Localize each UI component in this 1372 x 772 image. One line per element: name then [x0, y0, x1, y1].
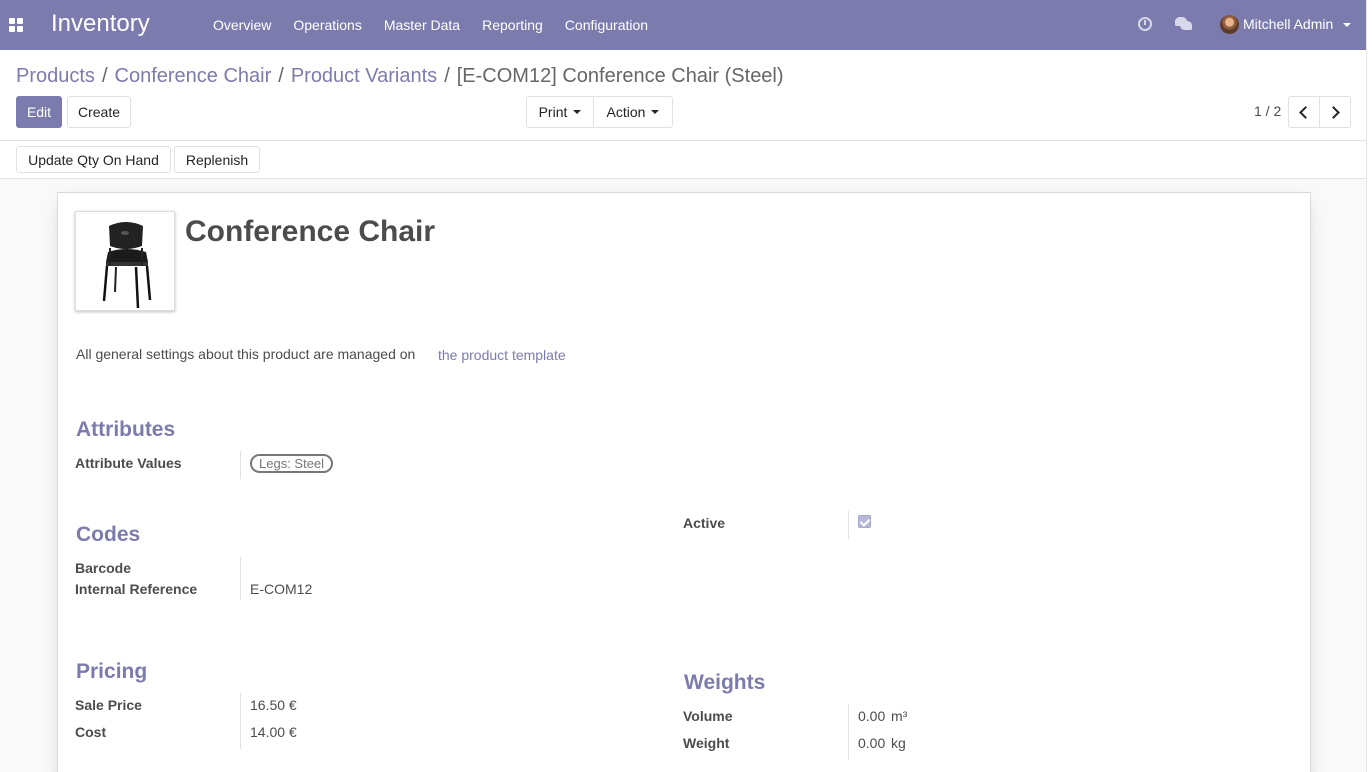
internal-reference-label: Internal Reference: [75, 581, 198, 597]
breadcrumb-separator: /: [278, 65, 284, 87]
menu-operations[interactable]: Operations: [282, 17, 372, 33]
attribute-tag[interactable]: Legs: Steel: [250, 454, 334, 473]
product-image[interactable]: [75, 211, 175, 311]
weight-field[interactable]: 0.00: [858, 735, 885, 751]
barcode-label: Barcode: [75, 560, 132, 576]
volume-label: Volume: [683, 708, 733, 724]
breadcrumb-product-variants[interactable]: Product Variants: [291, 65, 437, 88]
sale-price-field[interactable]: 16.50 €: [250, 697, 297, 713]
cost-label: Cost: [75, 724, 107, 740]
field-divider: [848, 704, 849, 760]
pager-previous-button[interactable]: [1288, 96, 1320, 128]
app-name[interactable]: Inventory: [51, 10, 150, 38]
activity-clock-icon[interactable]: [1138, 17, 1152, 31]
action-caret-icon: [651, 110, 660, 114]
form-statusbar: Update Qty On Hand Replenish: [0, 141, 1366, 179]
apps-menu-icon[interactable]: [9, 18, 23, 32]
edit-button[interactable]: Edit: [16, 96, 62, 128]
field-divider: [240, 451, 241, 479]
chevron-right-icon: [1327, 105, 1340, 119]
weights-title: Weights: [684, 671, 766, 694]
volume-field[interactable]: 0.00: [858, 708, 885, 724]
replenish-button[interactable]: Replenish: [174, 146, 260, 173]
create-button[interactable]: Create: [67, 96, 131, 128]
breadcrumb-conference-chair[interactable]: Conference Chair: [115, 65, 272, 88]
template-info-text: All general settings about this product …: [76, 346, 416, 362]
menu-configuration[interactable]: Configuration: [554, 17, 659, 33]
codes-title: Codes: [76, 523, 141, 546]
print-button[interactable]: Print: [526, 96, 594, 128]
form-sheet: Conference Chair All general settings ab…: [57, 192, 1311, 772]
active-label: Active: [683, 515, 726, 531]
field-divider: [240, 557, 241, 600]
pager-value[interactable]: 1 / 2: [1254, 103, 1281, 119]
volume-unit: m³: [891, 708, 908, 724]
action-label: Action: [606, 104, 646, 120]
product-title: Conference Chair: [185, 215, 436, 248]
breadcrumb-products[interactable]: Products: [16, 65, 95, 88]
top-navbar: Inventory Overview Operations Master Dat…: [0, 0, 1372, 50]
weight-unit: kg: [891, 735, 906, 751]
menu-reporting[interactable]: Reporting: [471, 17, 554, 33]
breadcrumb: Products / Conference Chair / Product Va…: [16, 65, 784, 88]
field-divider: [240, 693, 241, 749]
menu-overview[interactable]: Overview: [202, 17, 282, 33]
active-checkbox[interactable]: [858, 515, 871, 528]
action-button[interactable]: Action: [593, 96, 673, 128]
user-menu-caret-icon[interactable]: [1343, 23, 1351, 27]
messaging-chat-icon[interactable]: [1175, 17, 1192, 31]
product-template-link[interactable]: the product template: [438, 347, 566, 363]
pager-next-button[interactable]: [1319, 96, 1351, 128]
chair-image-icon: [102, 222, 152, 309]
pricing-title: Pricing: [76, 660, 148, 683]
menu-master-data[interactable]: Master Data: [373, 17, 471, 33]
field-divider: [848, 511, 849, 539]
cost-field[interactable]: 14.00 €: [250, 724, 297, 740]
breadcrumb-current: [E-COM12] Conference Chair (Steel): [456, 65, 784, 87]
breadcrumb-separator: /: [444, 65, 450, 87]
weight-label: Weight: [683, 735, 730, 751]
main-menu: Overview Operations Master Data Reportin…: [202, 0, 659, 50]
attributes-title: Attributes: [76, 418, 176, 441]
update-qty-on-hand-button[interactable]: Update Qty On Hand: [16, 146, 171, 173]
scrollbar[interactable]: [1366, 0, 1372, 772]
internal-reference-field[interactable]: E-COM12: [250, 581, 312, 597]
user-name[interactable]: Mitchell Admin: [1243, 16, 1333, 32]
print-label: Print: [538, 104, 568, 120]
sale-price-label: Sale Price: [75, 697, 142, 713]
print-caret-icon: [573, 110, 582, 114]
attribute-values-label: Attribute Values: [75, 455, 182, 471]
user-avatar[interactable]: [1220, 15, 1239, 34]
chevron-left-icon: [1299, 105, 1312, 119]
control-panel: Products / Conference Chair / Product Va…: [0, 50, 1366, 141]
breadcrumb-separator: /: [101, 65, 108, 87]
